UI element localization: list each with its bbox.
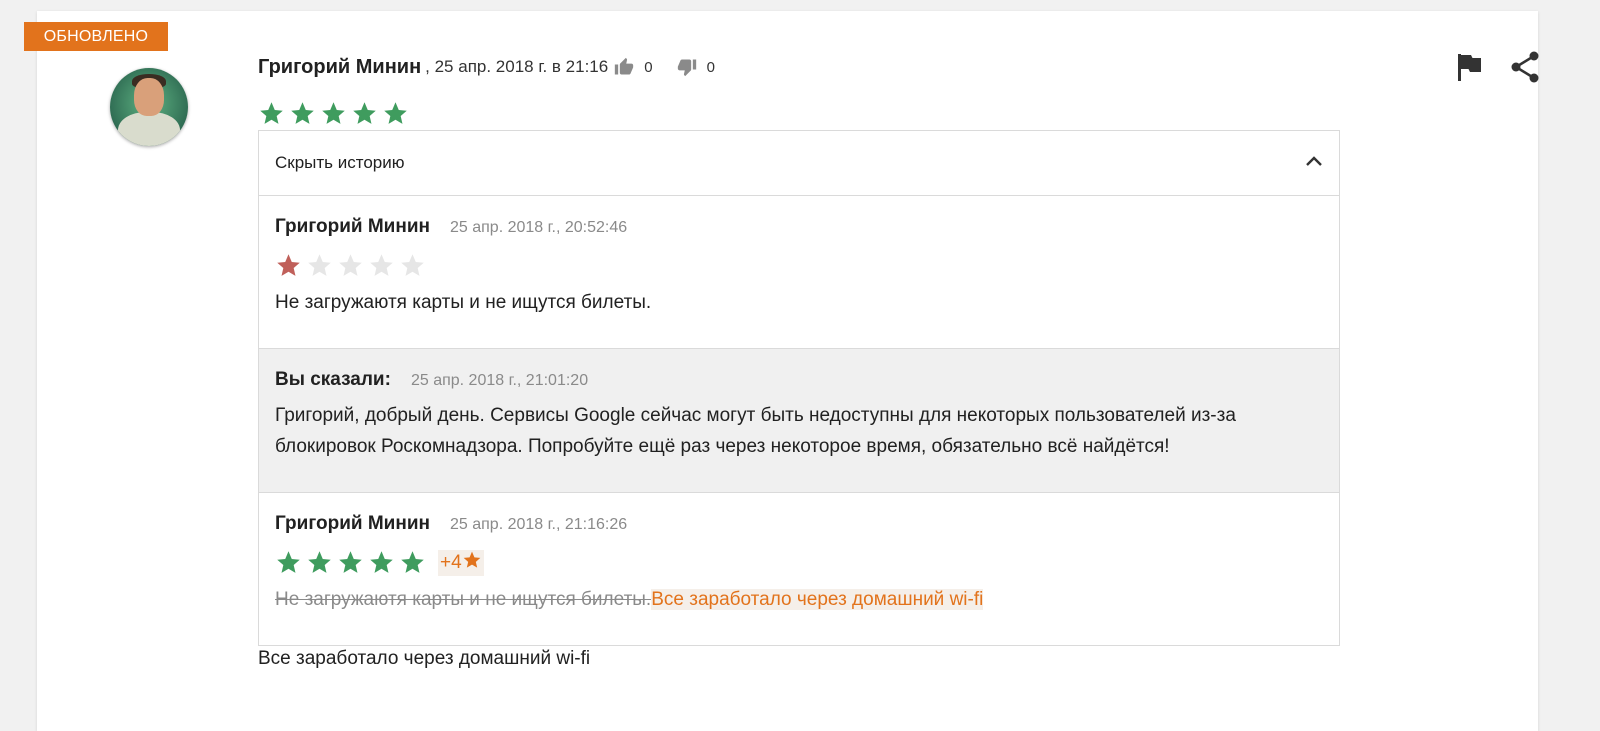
star-icon (289, 100, 316, 127)
hide-history-toggle[interactable]: Скрыть историю (259, 131, 1339, 196)
review-date: , 25 апр. 2018 г. в 21:16 (425, 57, 609, 76)
review-text: Все заработало через домашний wi-fi (258, 648, 591, 669)
share-icon (1510, 51, 1540, 88)
reply-date: 25 апр. 2018 г., 21:01:20 (410, 372, 589, 389)
history-panel: Скрыть историю Григорий Минин 25 апр. 20… (258, 130, 1340, 646)
history-text-diff: Не загружаютя карты и не ищутся билеты.В… (275, 584, 1323, 615)
star-icon (351, 100, 378, 127)
review-header: Григорий Минин , 25 апр. 2018 г. в 21:16… (258, 52, 715, 82)
star-icon (337, 252, 364, 279)
rating-delta-value: +4 (440, 551, 462, 573)
history-rating (275, 252, 1323, 279)
history-entry-original: Григорий Минин 25 апр. 2018 г., 20:52:46… (259, 196, 1339, 349)
chevron-up-icon (1305, 154, 1323, 172)
history-date: 25 апр. 2018 г., 21:16:26 (450, 516, 628, 533)
flag-icon (1456, 52, 1482, 87)
star-icon (368, 549, 395, 576)
star-icon (462, 550, 482, 576)
like-button[interactable]: 0 (614, 57, 653, 77)
rating-delta-badge: +4 (438, 549, 484, 576)
thumb-down-icon (677, 57, 697, 77)
thumb-up-icon (614, 57, 634, 77)
added-text: Все заработало через домашний wi-fi (651, 589, 984, 610)
star-icon (337, 549, 364, 576)
star-icon (382, 100, 409, 127)
history-rating: +4 (275, 549, 1323, 576)
star-icon (258, 100, 285, 127)
dislike-count: 0 (706, 58, 715, 76)
avatar[interactable] (110, 68, 188, 146)
share-button[interactable] (1508, 51, 1542, 88)
star-icon (306, 549, 333, 576)
removed-text: Не загружаютя карты и не ищутся билеты. (275, 589, 652, 610)
star-icon (306, 252, 333, 279)
star-icon (320, 100, 347, 127)
hide-history-label: Скрыть историю (275, 153, 405, 172)
star-icon (275, 252, 302, 279)
history-entry-reply: Вы сказали: 25 апр. 2018 г., 21:01:20 Гр… (259, 349, 1339, 493)
dislike-button[interactable]: 0 (677, 57, 715, 77)
history-date: 25 апр. 2018 г., 20:52:46 (450, 219, 628, 236)
review-rating (258, 100, 409, 127)
star-icon (399, 252, 426, 279)
updated-badge: ОБНОВЛЕНО (24, 22, 168, 51)
flag-button[interactable] (1454, 52, 1484, 86)
like-count: 0 (644, 58, 653, 76)
star-icon (399, 549, 426, 576)
star-icon (368, 252, 395, 279)
reply-text: Григорий, добрый день. Сервисы Google се… (275, 405, 1236, 457)
reply-author: Вы сказали: (275, 369, 391, 390)
history-entry-updated: Григорий Минин 25 апр. 2018 г., 21:16:26… (259, 493, 1339, 615)
review-author[interactable]: Григорий Минин (258, 56, 421, 79)
star-icon (275, 549, 302, 576)
history-author[interactable]: Григорий Минин (275, 216, 430, 238)
history-text: Не загружаютя карты и не ищутся билеты. (275, 292, 652, 313)
history-author[interactable]: Григорий Минин (275, 513, 430, 535)
